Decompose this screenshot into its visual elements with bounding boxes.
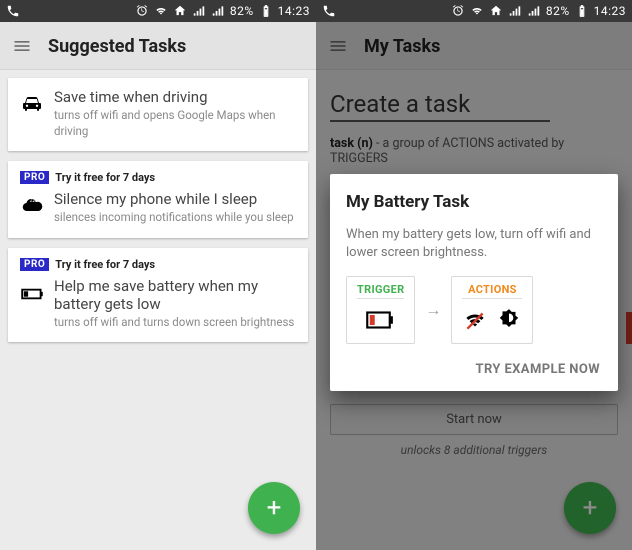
alarm-icon (451, 4, 465, 18)
home-icon (489, 4, 503, 18)
actions-label: ACTIONS (462, 283, 522, 299)
fab-add[interactable]: + (248, 482, 300, 534)
home-icon (173, 4, 187, 18)
phone-left: 82% 14:23 Suggested Tasks Save time when… (0, 0, 316, 550)
pro-text: Try it free for 7 days (55, 258, 155, 271)
battery-pct: 82% (230, 4, 254, 18)
app-bar: Suggested Tasks (0, 22, 316, 70)
status-left (6, 4, 20, 18)
signal-icon (508, 4, 522, 18)
signal2-icon (527, 4, 541, 18)
status-bar: 82% 14:23 (316, 0, 632, 22)
svg-text:Zzz: Zzz (29, 198, 38, 204)
call-icon (322, 4, 336, 18)
pro-text: Try it free for 7 days (55, 171, 155, 184)
battery-icon (259, 4, 273, 18)
menu-icon[interactable] (12, 36, 32, 56)
battery-pct: 82% (546, 4, 570, 18)
wifi-icon (470, 4, 484, 18)
signal-icon (192, 4, 206, 18)
arrow-icon: → (425, 300, 441, 320)
call-icon (6, 4, 20, 18)
dialog-desc: When my battery gets low, turn off wifi … (346, 226, 602, 262)
page-title: Suggested Tasks (48, 36, 186, 57)
brightness-icon (496, 307, 522, 333)
trigger-label: TRIGGER (357, 283, 404, 299)
task-sub: turns off wifi and opens Google Maps whe… (54, 108, 296, 139)
battery-low-icon (20, 277, 54, 331)
signal2-icon (211, 4, 225, 18)
status-bar: 82% 14:23 (0, 0, 316, 22)
task-sub: turns off wifi and turns down screen bri… (54, 315, 296, 331)
example-dialog: My Battery Task When my battery gets low… (330, 174, 618, 391)
dialog-title: My Battery Task (346, 192, 602, 212)
actions-box[interactable]: ACTIONS (451, 276, 533, 344)
task-title: Help me save battery when my battery get… (54, 277, 296, 313)
task-card-sleep[interactable]: PRO Try it free for 7 days Zzz Silence m… (8, 161, 308, 238)
pro-badge: PRO (20, 171, 49, 184)
status-left (322, 4, 336, 18)
clock-label: 14:23 (278, 4, 310, 18)
task-card-battery[interactable]: PRO Try it free for 7 days Help me save … (8, 248, 308, 343)
sleep-cloud-icon: Zzz (20, 190, 54, 226)
phone-right: 82% 14:23 My Tasks Create a task task (n… (316, 0, 632, 550)
task-card-driving[interactable]: Save time when driving turns off wifi an… (8, 78, 308, 151)
pro-badge: PRO (20, 258, 49, 271)
task-sub: silences incoming notifications while yo… (54, 210, 296, 226)
task-title: Save time when driving (54, 88, 296, 106)
content: Save time when driving turns off wifi an… (0, 70, 316, 360)
status-right: 82% 14:23 (451, 4, 626, 18)
status-right: 82% 14:23 (135, 4, 310, 18)
alarm-icon (135, 4, 149, 18)
dialog-boxes: TRIGGER → ACTIONS (346, 276, 602, 344)
car-icon (20, 88, 54, 139)
wifi-off-icon (462, 307, 488, 333)
try-example-button[interactable]: TRY EXAMPLE NOW (346, 354, 602, 381)
trigger-box[interactable]: TRIGGER (346, 276, 415, 344)
task-title: Silence my phone while I sleep (54, 190, 296, 208)
clock-label: 14:23 (594, 4, 626, 18)
battery-low-icon (366, 309, 396, 331)
battery-icon (575, 4, 589, 18)
wifi-icon (154, 4, 168, 18)
